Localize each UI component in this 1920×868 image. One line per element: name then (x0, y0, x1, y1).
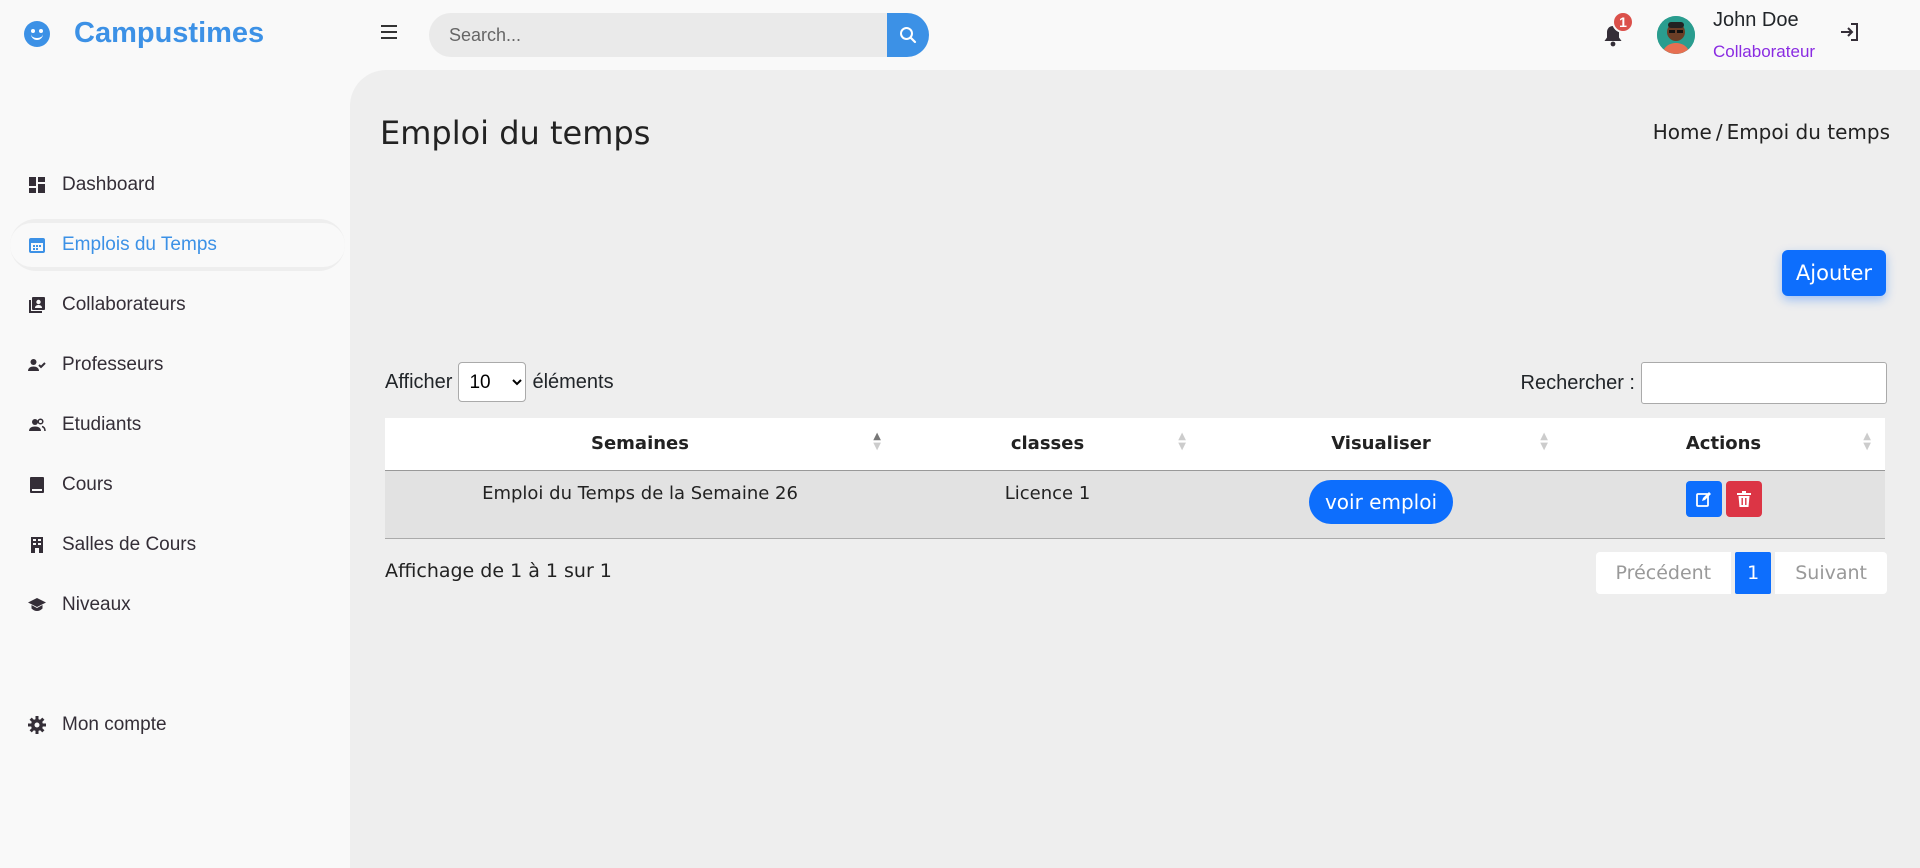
sort-icon: ▲ ▼ (1178, 431, 1186, 452)
cell-actions (1562, 470, 1885, 539)
sidebar-item-label: Mon compte (62, 714, 167, 735)
sidebar-item-etudiants[interactable]: Etudiants (10, 399, 345, 451)
graduation-cap-icon (28, 596, 46, 614)
sidebar-item-label: Professeurs (62, 354, 164, 375)
sidebar-item-label: Cours (62, 474, 113, 495)
cell-classe: Licence 1 (895, 470, 1200, 539)
table-search-input[interactable] (1641, 362, 1887, 404)
book-icon (28, 476, 46, 494)
length-prefix: Afficher (385, 370, 453, 393)
edit-icon (1695, 491, 1711, 507)
table-length-control: Afficher 10 éléments (385, 362, 614, 402)
table-header-row: Semaines ▲ ▼ classes ▲ ▼ Visualiser ▲ ▼ Action… (385, 418, 1885, 471)
sidebar-item-label: Emplois du Temps (62, 234, 217, 255)
sidebar-item-emplois-du-temps[interactable]: Emplois du Temps (10, 219, 345, 271)
column-label: Actions (1685, 433, 1762, 455)
pagination-page-current[interactable]: 1 (1735, 552, 1772, 594)
column-label: classes (1010, 433, 1085, 455)
column-header-actions[interactable]: Actions ▲ ▼ (1562, 418, 1885, 471)
sidebar-item-label: Collaborateurs (62, 294, 186, 315)
brand-name: Campustimes (74, 17, 265, 49)
table-filter-control: Rechercher : (1520, 362, 1887, 404)
sidebar: Dashboard Emplois du Temps Collaborateur… (0, 70, 350, 868)
main-content: Emploi du temps Home / Empoi du temps Ajou… (350, 70, 1920, 868)
sidebar-item-professeurs[interactable]: Professeurs (10, 339, 345, 391)
column-header-classes[interactable]: classes ▲ ▼ (895, 418, 1200, 471)
breadcrumb-separator: / (1715, 120, 1723, 144)
column-header-semaines[interactable]: Semaines ▲ ▼ (385, 418, 895, 471)
gear-icon (28, 716, 46, 734)
sidebar-item-dashboard[interactable]: Dashboard (10, 159, 345, 211)
sidebar-item-label: Dashboard (62, 174, 155, 195)
notification-badge: 1 (1612, 11, 1634, 33)
user-role: Collaborateur (1713, 42, 1816, 61)
menu-toggle-icon[interactable] (381, 25, 397, 39)
calendar-icon (28, 236, 46, 254)
view-schedule-button[interactable]: voir emploi (1308, 479, 1454, 524)
search-form (429, 13, 929, 57)
avatar-icon (1657, 16, 1695, 54)
search-icon (900, 27, 917, 44)
cell-visualiser: voir emploi (1200, 470, 1562, 539)
pagination-next[interactable]: Suivant (1775, 552, 1887, 594)
user-check-icon (28, 356, 46, 374)
logout-button[interactable] (1838, 20, 1862, 44)
users-icon (28, 416, 46, 434)
avatar[interactable] (1657, 16, 1695, 54)
notification-button[interactable]: 1 (1602, 11, 1634, 48)
cell-semaine: Emploi du Temps de la Semaine 26 (385, 470, 895, 539)
dashboard-icon (28, 176, 46, 194)
contacts-icon (28, 296, 46, 314)
breadcrumb-current: Empoi du temps (1726, 120, 1890, 144)
sort-asc-icon: ▲ ▼ (873, 431, 881, 452)
sidebar-item-collaborateurs[interactable]: Collaborateurs (10, 279, 345, 331)
sidebar-item-label: Salles de Cours (62, 534, 197, 555)
length-suffix: éléments (532, 370, 614, 393)
search-input[interactable] (429, 13, 887, 57)
top-bar: Campustimes 1 John Doe Collaborateur (0, 0, 1920, 70)
column-label: Visualiser (1331, 433, 1431, 455)
search-button[interactable] (887, 13, 929, 57)
page-title: Emploi du temps (380, 114, 651, 152)
brand[interactable]: Campustimes (24, 17, 264, 50)
sidebar-item-salles-de-cours[interactable]: Salles de Cours (10, 519, 345, 571)
building-icon (28, 536, 46, 554)
column-label: Semaines (591, 433, 689, 455)
table-info: Affichage de 1 à 1 sur 1 (385, 560, 612, 582)
table-row: Emploi du Temps de la Semaine 26 Licence… (385, 470, 1885, 539)
breadcrumb: Home / Empoi du temps (1653, 120, 1890, 144)
logout-icon (1841, 23, 1858, 41)
sidebar-item-label: Niveaux (62, 594, 131, 615)
delete-button[interactable] (1725, 480, 1762, 517)
timetable-table: Semaines ▲ ▼ classes ▲ ▼ Visualiser ▲ ▼ Action… (385, 418, 1885, 539)
user-name: John Doe (1713, 9, 1799, 31)
sidebar-item-niveaux[interactable]: Niveaux (10, 579, 345, 631)
filter-label: Rechercher : (1520, 371, 1636, 394)
sidebar-item-mon-compte[interactable]: Mon compte (10, 699, 345, 751)
column-header-visualiser[interactable]: Visualiser ▲ ▼ (1200, 418, 1562, 471)
breadcrumb-home[interactable]: Home (1653, 120, 1712, 144)
page-length-select[interactable]: 10 (458, 362, 527, 402)
sort-icon: ▲ ▼ (1863, 431, 1871, 452)
pagination-previous[interactable]: Précédent (1595, 552, 1732, 594)
trash-icon (1736, 490, 1751, 507)
smile-logo-icon (24, 20, 50, 47)
add-button[interactable]: Ajouter (1782, 250, 1886, 296)
sidebar-item-label: Etudiants (62, 414, 142, 435)
sidebar-item-cours[interactable]: Cours (10, 459, 345, 511)
sort-icon: ▲ ▼ (1540, 431, 1548, 452)
pagination: Précédent 1 Suivant (1595, 552, 1887, 594)
edit-button[interactable] (1685, 480, 1722, 517)
